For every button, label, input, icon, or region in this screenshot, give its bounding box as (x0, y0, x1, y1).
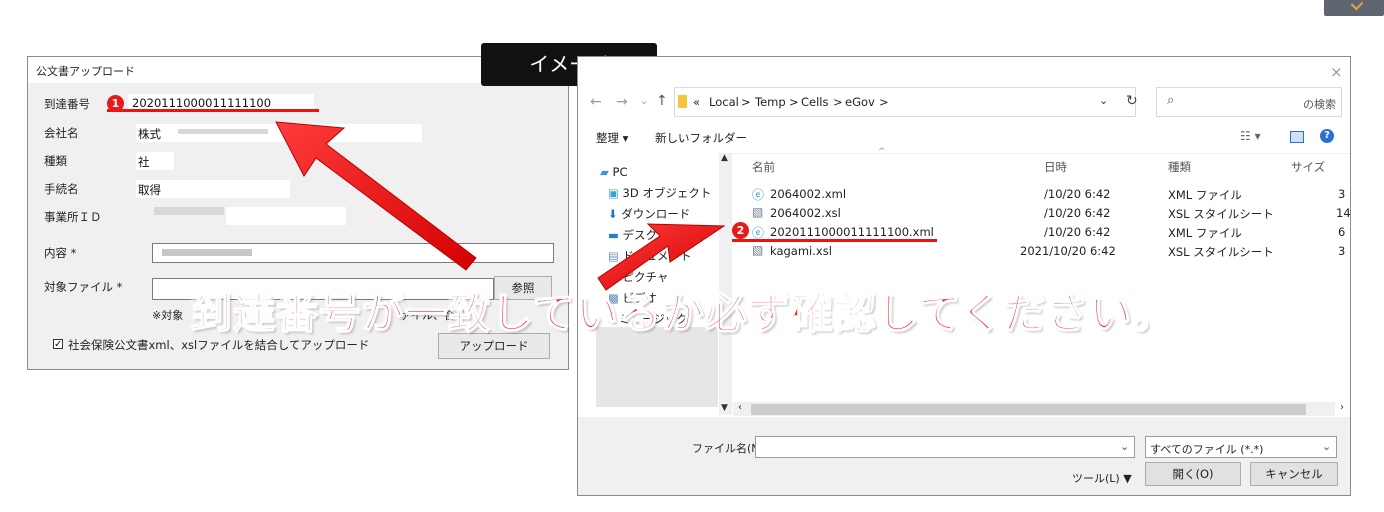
step-badge-1: 1 (107, 95, 124, 112)
instruction-caption: 到達番号が一致しているか必ず確認してください。 (189, 288, 1176, 339)
arrow-to-arrival-number-icon (275, 121, 477, 271)
step-badge-2: 2 (732, 222, 749, 239)
annotation-arrows (275, 121, 726, 291)
